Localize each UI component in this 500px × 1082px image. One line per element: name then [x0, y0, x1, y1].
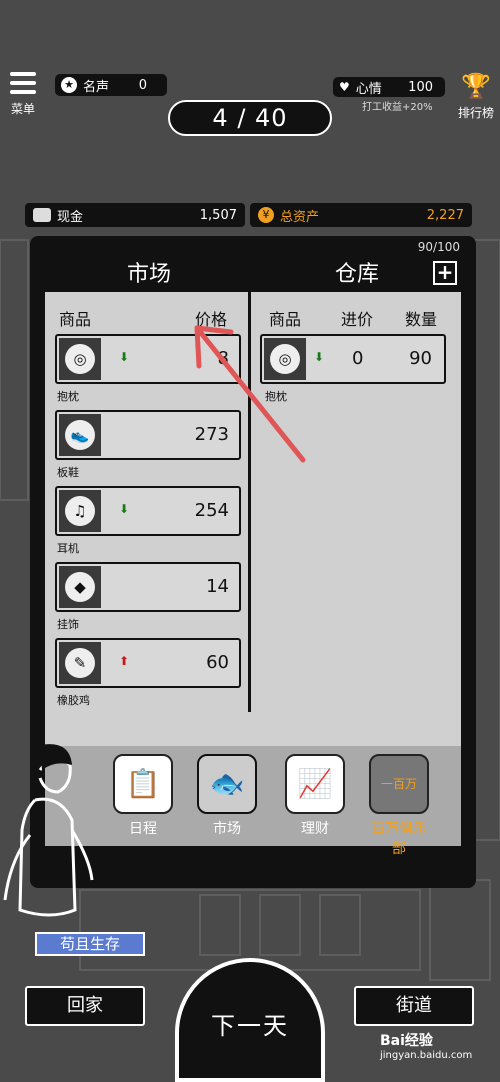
fish-icon: 🐟: [197, 754, 257, 814]
day-counter: 4 / 40: [168, 100, 332, 136]
item-name: 橡胶鸡: [57, 694, 90, 707]
item-name: 挂饰: [57, 618, 79, 631]
panel-tabs: 市场 仓库 +: [45, 258, 461, 292]
warehouse-capacity: 90/100: [417, 240, 460, 254]
item-name: 抱枕: [57, 390, 79, 403]
watermark: Bai经验 jingyan.baidu.com: [380, 1030, 500, 1082]
go-home-button[interactable]: 回家: [25, 986, 145, 1026]
item-price: 60: [206, 652, 229, 673]
item-name: 板鞋: [57, 466, 79, 479]
item-price: 14: [206, 576, 229, 597]
nav-finance[interactable]: 📈 理财: [283, 754, 347, 838]
trophy-icon: 🏆: [461, 72, 491, 100]
hamburger-icon: [10, 72, 36, 94]
trend-down-icon: ⬇: [119, 350, 130, 364]
expand-warehouse-button[interactable]: +: [433, 261, 457, 285]
menu-button[interactable]: 菜单: [8, 72, 38, 117]
chart-icon: 📈: [285, 754, 345, 814]
annotation-arrow: [194, 325, 306, 463]
nav-schedule[interactable]: 📋 日程: [111, 754, 175, 838]
cash-display: 现金 1,507: [25, 203, 245, 227]
market-item-earphone[interactable]: ♫ ⬇ 254: [55, 486, 241, 536]
rubber-chicken-icon: ✎: [59, 642, 101, 684]
mood-indicator: ♥ 心情 100: [333, 77, 445, 97]
heart-icon: ♥: [339, 80, 350, 94]
nav-finance-label: 理财: [301, 821, 329, 837]
pillow-icon: ◎: [59, 338, 101, 380]
item-price: 254: [194, 500, 229, 521]
club-badge: 一百万: [380, 777, 417, 791]
survival-mode-badge: 苟且生存: [35, 932, 145, 956]
cash-value: 1,507: [199, 207, 237, 223]
assets-value: 2,227: [426, 207, 464, 223]
trend-down-icon: ⬇: [119, 502, 130, 516]
assets-label: 总资产: [280, 209, 320, 225]
locked-club-icon: 一百万: [369, 754, 429, 814]
leaderboard-button[interactable]: 🏆 排行榜: [456, 72, 496, 121]
item-name: 耳机: [57, 542, 79, 555]
assets-icon: ¥: [258, 207, 274, 223]
trend-up-icon: ⬆: [119, 654, 130, 668]
nav-millionaire-club[interactable]: 一百万 百万俱乐部: [367, 754, 431, 858]
street-button[interactable]: 街道: [354, 986, 474, 1026]
fame-indicator: ★ 名声 0: [55, 74, 167, 96]
nav-market[interactable]: 🐟 市场: [195, 754, 259, 838]
market-item-charm[interactable]: ◆ 14: [55, 562, 241, 612]
watermark-url: jingyan.baidu.com: [380, 1050, 473, 1061]
earphone-icon: ♫: [59, 490, 101, 532]
nav-market-label: 市场: [213, 821, 241, 837]
charm-icon: ◆: [59, 566, 101, 608]
warehouse-header-qty: 数量: [405, 310, 438, 329]
mood-bonus-text: 打工收益+20%: [362, 102, 433, 113]
fame-icon: ★: [61, 77, 77, 93]
menu-label: 菜单: [10, 102, 35, 116]
tab-warehouse-label: 仓库: [334, 262, 379, 287]
item-cost: 0: [352, 348, 364, 369]
watermark-brand: Bai经验: [380, 1033, 433, 1049]
market-header-item: 商品: [59, 310, 92, 329]
nav-schedule-label: 日程: [129, 821, 157, 837]
fame-label: 名声: [83, 79, 110, 95]
total-assets-display: ¥ 总资产 2,227: [250, 203, 472, 227]
nav-club-label: 百万俱乐部: [371, 821, 427, 857]
item-quantity: 90: [409, 348, 432, 369]
leaderboard-label: 排行榜: [457, 106, 494, 120]
tab-market[interactable]: 市场: [45, 258, 253, 292]
trend-down-icon: ⬇: [314, 350, 325, 364]
tab-warehouse[interactable]: 仓库 +: [253, 258, 461, 292]
mood-value: 100: [408, 79, 433, 95]
market-item-rubber-chicken[interactable]: ✎ ⬆ 60: [55, 638, 241, 688]
fame-value: 0: [138, 77, 147, 93]
mood-label: 心情: [355, 81, 382, 97]
cash-icon: [33, 208, 51, 222]
sneaker-icon: 👟: [59, 414, 101, 456]
cash-label: 现金: [57, 209, 84, 225]
trade-area: 商品 价格 商品 进价 数量 ◎ ⬇ 8 抱枕 👟 273 板鞋 ♫ ⬇ 254…: [45, 292, 461, 746]
warehouse-header-cost: 进价: [341, 310, 374, 329]
notepad-icon: 📋: [113, 754, 173, 814]
